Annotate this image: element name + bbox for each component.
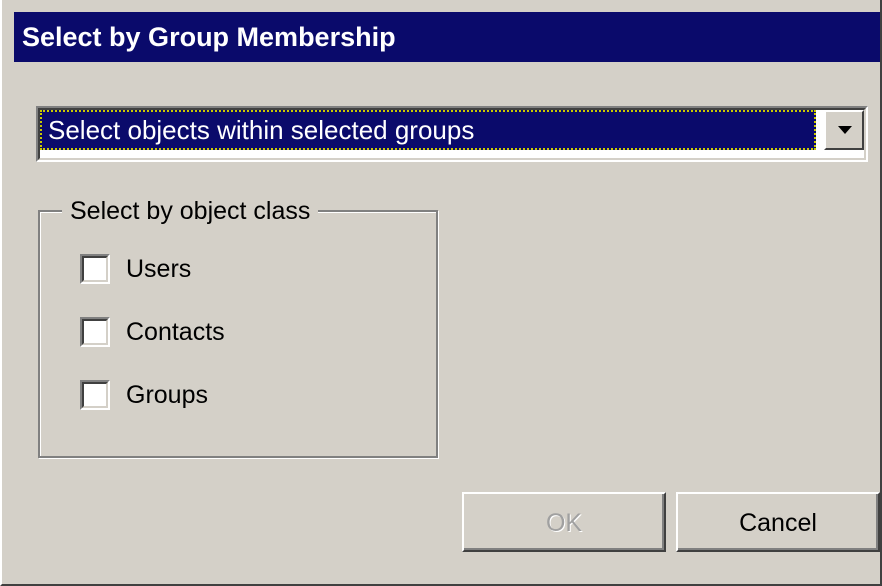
contacts-checkbox[interactable] bbox=[80, 317, 110, 347]
checkbox-row-contacts[interactable]: Contacts bbox=[80, 315, 225, 349]
checkbox-row-users[interactable]: Users bbox=[80, 252, 191, 286]
title-bar[interactable]: Select by Group Membership bbox=[14, 12, 880, 62]
contacts-checkbox-label[interactable]: Contacts bbox=[126, 318, 225, 347]
selection-mode-dropdown[interactable]: Select objects within selected groups bbox=[36, 106, 868, 162]
chevron-down-icon bbox=[838, 126, 852, 134]
cancel-button[interactable]: Cancel bbox=[676, 492, 880, 552]
dialog-window: Select by Group Membership Select object… bbox=[0, 0, 882, 586]
groupbox-label: Select by object class bbox=[62, 196, 319, 226]
dropdown-selected-value[interactable]: Select objects within selected groups bbox=[40, 110, 816, 150]
ok-button[interactable]: OK bbox=[462, 492, 666, 552]
users-checkbox-label[interactable]: Users bbox=[126, 255, 191, 284]
users-checkbox[interactable] bbox=[80, 254, 110, 284]
dropdown-button[interactable] bbox=[824, 110, 864, 150]
groups-checkbox[interactable] bbox=[80, 380, 110, 410]
checkbox-row-groups[interactable]: Groups bbox=[80, 378, 208, 412]
window-title: Select by Group Membership bbox=[22, 22, 396, 52]
groups-checkbox-label[interactable]: Groups bbox=[126, 381, 208, 410]
